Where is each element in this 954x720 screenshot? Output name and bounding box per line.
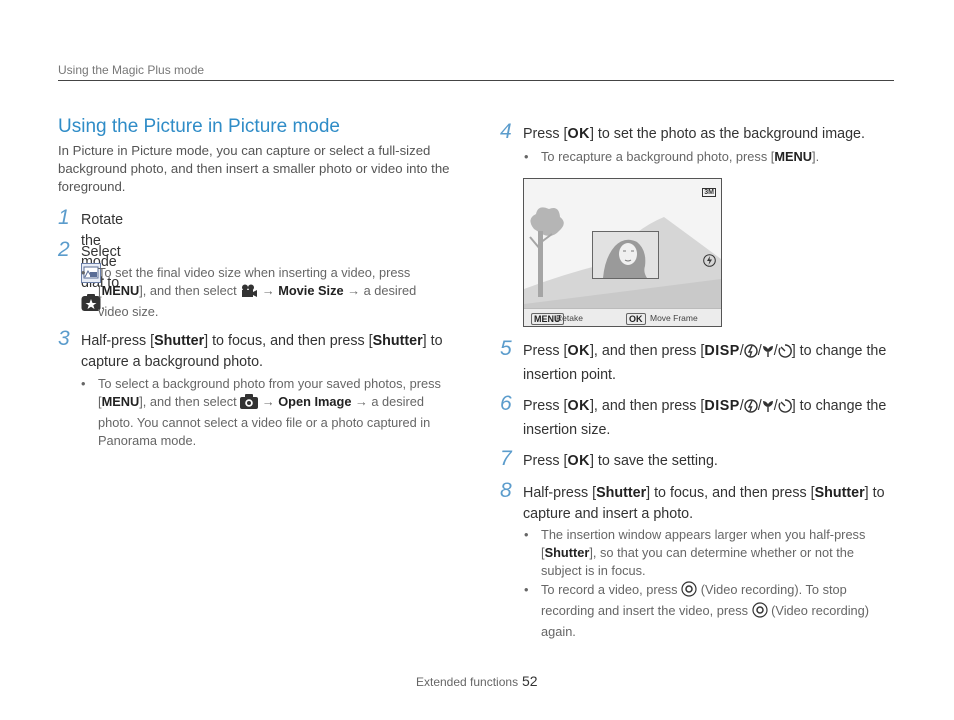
portrait-thumbnail: [593, 232, 658, 278]
ok-key-badge: OK: [626, 313, 646, 325]
running-header: Using the Magic Plus mode: [58, 63, 205, 77]
step-number: 8: [500, 479, 512, 502]
retake-label: Retake: [556, 313, 583, 323]
step-8-bullet-1: • The insertion window appears larger wh…: [524, 527, 866, 578]
camera-screen-illustration: 3M MENU Retake OK Move Frame: [523, 178, 722, 327]
step-text: Press [OK], and then press [DISP// /] to …: [523, 398, 887, 438]
video-record-button-icon: [751, 602, 768, 623]
step-number: 2: [58, 238, 70, 261]
header-rule: [58, 80, 894, 81]
step-number: 5: [500, 337, 512, 360]
page-number: 52: [522, 673, 538, 689]
macro-key-icon: [762, 343, 774, 365]
step-text: Press [OK], and then press [DISP// /] to …: [523, 343, 887, 383]
timer-key-icon: [778, 344, 792, 365]
macro-key-icon: [762, 398, 774, 420]
step-3-bullet: • To select a background photo from your…: [81, 376, 441, 448]
camera-screen-bottom-bar: MENU Retake OK Move Frame: [524, 308, 721, 326]
menu-key-label: MENU: [101, 283, 140, 298]
flash-key-icon: [744, 399, 758, 420]
step-text: Press [OK] to set the photo as the backg…: [523, 126, 865, 142]
flash-key-icon: [744, 344, 758, 365]
size-badge: 3M: [702, 188, 716, 197]
step-number: 3: [58, 327, 70, 350]
step-4-bullet: • To recapture a background photo, press…: [524, 149, 820, 164]
step-number: 6: [500, 392, 512, 415]
ok-key-label: OK: [567, 126, 590, 142]
move-frame-label: Move Frame: [650, 313, 698, 323]
footer-section-label: Extended functions: [416, 675, 519, 689]
inset-photo-frame: [592, 231, 659, 279]
disp-key-label: DISP: [704, 343, 740, 359]
flash-off-icon: [703, 254, 716, 272]
step-number: 7: [500, 447, 512, 470]
camera-icon: [240, 394, 259, 414]
step-number: 4: [500, 120, 512, 143]
intro-paragraph: In Picture in Picture mode, you can capt…: [58, 143, 450, 194]
step-text: Half-press [Shutter] to focus, and then …: [523, 485, 885, 522]
movie-camera-icon: [240, 284, 258, 303]
video-record-button-icon: [681, 581, 697, 602]
section-title: Using the Picture in Picture mode: [58, 116, 340, 137]
step-8-bullet-2: • To record a video, press (Video record…: [524, 581, 870, 639]
step-number: 1: [58, 206, 70, 229]
step-text: Press [OK] to save the setting.: [523, 453, 718, 469]
step-2-bullet: • To set the final video size when inser…: [81, 265, 417, 319]
step-text: Half-press [Shutter] to focus, and then …: [81, 333, 443, 370]
timer-key-icon: [778, 399, 792, 420]
